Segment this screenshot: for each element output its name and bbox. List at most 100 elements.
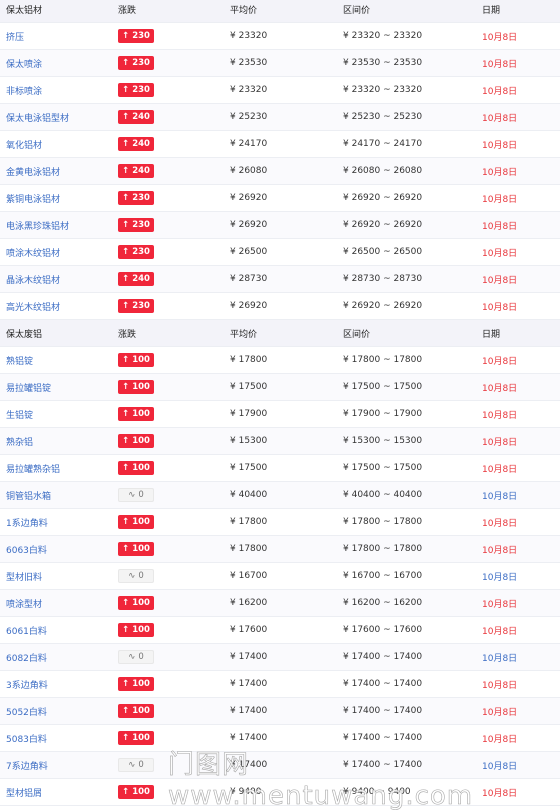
arrow-up-icon: ↑ [122,436,130,446]
table-row: 非标喷涂 ↑ 230 ¥ 23320 ¥ 23320 ~ 23320 10月8日 [0,77,560,104]
product-name-link[interactable]: 型材铝屑 [6,779,42,805]
change-badge: ∿ 0 [118,650,154,664]
product-name-link[interactable]: 3系边角料 [6,671,48,697]
product-name-link[interactable]: 电泳黑珍珠铝材 [6,212,69,238]
change-value: 100 [132,382,150,392]
header-name: 保太铝材 [6,5,43,16]
change-value: 100 [132,517,150,527]
average-price: ¥ 23320 [230,85,268,95]
change-value: 230 [132,193,150,203]
change-value: 0 [138,760,144,770]
header-change: 涨跌 [118,329,137,340]
product-name-link[interactable]: 金黄电泳铝材 [6,158,60,184]
product-name-link[interactable]: 非标喷涂 [6,77,42,103]
table-row: 1系边角料 ↑ 100 ¥ 17800 ¥ 17800 ~ 17800 10月8日 [0,509,560,536]
table-row: 金黄电泳铝材 ↑ 240 ¥ 26080 ¥ 26080 ~ 26080 10月8日 [0,158,560,185]
change-cell: ↑ 230 [118,239,154,265]
product-name-link[interactable]: 1系边角料 [6,509,48,535]
table-row: 型材旧料 ∿ 0 ¥ 16700 ¥ 16700 ~ 16700 10月8日 [0,563,560,590]
change-cell: ↑ 100 [118,698,154,724]
average-price: ¥ 17800 [230,544,268,554]
change-badge: ↑ 240 [118,272,154,286]
arrow-up-icon: ↑ [122,382,130,392]
average-price: ¥ 26920 [230,220,268,230]
change-cell: ↑ 240 [118,158,154,184]
date-cell: 10月8日 [482,221,518,232]
change-cell: ↑ 100 [118,617,154,643]
product-name-link[interactable]: 6061白料 [6,617,47,643]
product-name-link[interactable]: 6063白料 [6,536,47,562]
arrow-up-icon: ↑ [122,166,130,176]
change-badge: ↑ 100 [118,623,154,637]
price-range: ¥ 26920 ~ 26920 [343,220,423,230]
average-price: ¥ 17900 [230,409,268,419]
product-name-link[interactable]: 熟杂铝 [6,428,33,454]
change-value: 240 [132,166,150,176]
table-row: 易拉罐铝锭 ↑ 100 ¥ 17500 ¥ 17500 ~ 17500 10月8日 [0,374,560,401]
arrow-up-icon: ↑ [122,598,130,608]
flat-wave-icon: ∿ [128,652,136,662]
arrow-up-icon: ↑ [122,247,130,257]
date-cell: 10月8日 [482,491,518,502]
change-cell: ↑ 100 [118,428,154,454]
average-price: ¥ 16200 [230,598,268,608]
change-cell: ↑ 100 [118,536,154,562]
product-name-link[interactable]: 喷涂木纹铝材 [6,239,60,265]
average-price: ¥ 25230 [230,112,268,122]
date-cell: 10月8日 [482,572,518,583]
change-cell: ↑ 100 [118,401,154,427]
product-name-link[interactable]: 氧化铝材 [6,131,42,157]
change-badge: ↑ 100 [118,542,154,556]
product-name-link[interactable]: 喷涂型材 [6,590,42,616]
average-price: ¥ 16700 [230,571,268,581]
price-range: ¥ 26500 ~ 26500 [343,247,423,257]
table-row: 生铝锭 ↑ 100 ¥ 17900 ¥ 17900 ~ 17900 10月8日 [0,401,560,428]
product-name-link[interactable]: 晶泳木纹铝材 [6,266,60,292]
product-name-link[interactable]: 熟铝锭 [6,347,33,373]
price-range: ¥ 17500 ~ 17500 [343,382,423,392]
table-row: 熟铝锭 ↑ 100 ¥ 17800 ¥ 17800 ~ 17800 10月8日 [0,347,560,374]
average-price: ¥ 26080 [230,166,268,176]
product-name-link[interactable]: 保太喷涂 [6,50,42,76]
product-name-link[interactable]: 紫铜电泳铝材 [6,185,60,211]
average-price: ¥ 26920 [230,301,268,311]
date-cell: 10月8日 [482,140,518,151]
change-badge: ↑ 240 [118,137,154,151]
change-badge: ↑ 100 [118,407,154,421]
average-price: ¥ 40400 [230,490,268,500]
change-value: 100 [132,409,150,419]
table-row: 氧化铝材 ↑ 240 ¥ 24170 ¥ 24170 ~ 24170 10月8日 [0,131,560,158]
date-cell: 10月8日 [482,653,518,664]
product-name-link[interactable]: 型材旧料 [6,563,42,589]
product-name-link[interactable]: 7系边角料 [6,752,48,778]
change-cell: ↑ 100 [118,590,154,616]
product-name-link[interactable]: 5083白料 [6,725,47,751]
product-name-link[interactable]: 易拉罐熟杂铝 [6,455,60,481]
product-name-link[interactable]: 生铝锭 [6,401,33,427]
change-cell: ↑ 230 [118,77,154,103]
change-badge: ∿ 0 [118,488,154,502]
product-name-link[interactable]: 挤压 [6,23,24,49]
date-cell: 10月8日 [482,167,518,178]
table-row: 铜管铝水箱 ∿ 0 ¥ 40400 ¥ 40400 ~ 40400 10月8日 [0,482,560,509]
table-row: 6082白料 ∿ 0 ¥ 17400 ¥ 17400 ~ 17400 10月8日 [0,644,560,671]
product-name-link[interactable]: 铜管铝水箱 [6,482,51,508]
arrow-up-icon: ↑ [122,787,130,797]
change-value: 100 [132,706,150,716]
table-row: 6063白料 ↑ 100 ¥ 17800 ¥ 17800 ~ 17800 10月8日 [0,536,560,563]
change-value: 100 [132,436,150,446]
price-range: ¥ 17800 ~ 17800 [343,517,423,527]
change-cell: ↑ 100 [118,347,154,373]
average-price: ¥ 26500 [230,247,268,257]
arrow-up-icon: ↑ [122,112,130,122]
product-name-link[interactable]: 5052白料 [6,698,47,724]
product-name-link[interactable]: 易拉罐铝锭 [6,374,51,400]
site-watermark: 门图网 www.mentuwang.com [168,749,474,811]
change-value: 0 [138,490,144,500]
arrow-up-icon: ↑ [122,409,130,419]
product-name-link[interactable]: 保太电泳铝型材 [6,104,69,130]
change-cell: ↑ 240 [118,131,154,157]
product-name-link[interactable]: 高光木纹铝材 [6,293,60,319]
product-name-link[interactable]: 6082白料 [6,644,47,670]
change-value: 230 [132,220,150,230]
